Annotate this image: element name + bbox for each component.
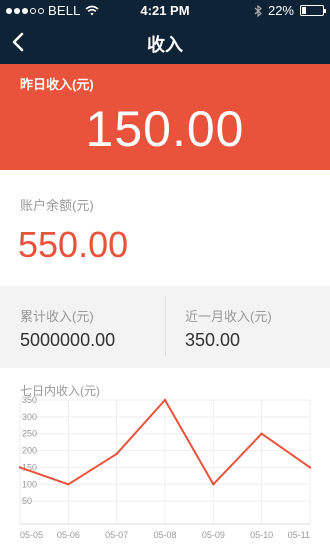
data-point — [115, 452, 118, 456]
data-point — [163, 398, 167, 402]
total-income-value: 5000000.00 — [20, 330, 116, 350]
x-tick-label: 05-10 — [250, 530, 273, 540]
y-tick-label: 100 — [22, 479, 37, 489]
month-income-value: 350.00 — [185, 330, 241, 350]
y-tick-label: 300 — [22, 412, 37, 422]
data-point — [18, 466, 22, 469]
x-tick-label: 05-11 — [288, 530, 310, 540]
x-tick-label: 05-07 — [105, 530, 128, 540]
data-point — [212, 483, 215, 486]
nav-bar: 收入 — [0, 20, 330, 64]
bluetooth-icon — [254, 4, 262, 17]
x-tick-label: 05-06 — [57, 530, 80, 540]
battery-percent: 22% — [267, 3, 294, 18]
data-point — [260, 432, 263, 435]
yesterday-income-card: 昨日收入(元) 150.00 — [0, 64, 330, 170]
page-title: 收入 — [147, 35, 183, 55]
yesterday-income-value: 150.00 — [85, 101, 245, 157]
total-income-label: 累计收入(元) — [20, 309, 94, 324]
status-bar: BELL 4:21 PM 22% — [0, 0, 330, 20]
battery-level — [302, 7, 306, 14]
x-tick-label: 05-09 — [202, 530, 225, 540]
seven-day-chart: 七日内收入(元) 50 100 150 200 250 300 350 05-05 05-06 0… — [0, 368, 330, 550]
y-tick-label: 200 — [22, 446, 37, 456]
balance-section: 账户余额(元) 550.00 — [0, 170, 330, 286]
balance-value: 550.00 — [18, 224, 129, 265]
income-line-chart: 5010015020025030035005-05 05-06 05-07 05-08… — [18, 395, 312, 540]
yesterday-income-label: 昨日收入(元) — [20, 77, 94, 92]
stats-section: 累计收入(元) 5000000.00 近一月收入(元) 350.00 — [0, 286, 330, 368]
data-point — [308, 466, 312, 469]
y-tick-label: 250 — [22, 429, 37, 439]
y-tick-label: 50 — [22, 496, 32, 506]
month-income-label: 近一月收入(元) — [185, 309, 272, 324]
month-income-stat: 近一月收入(元) 350.00 — [165, 286, 330, 368]
balance-label: 账户余额(元) — [20, 198, 94, 213]
x-tick-label: 05-05 — [20, 530, 43, 540]
data-point — [67, 483, 70, 486]
x-tick-label: 05-08 — [153, 530, 176, 540]
battery-icon — [300, 5, 326, 16]
y-tick-label: 350 — [22, 395, 37, 405]
total-income-stat: 累计收入(元) 5000000.00 — [0, 286, 165, 368]
app-header: BELL 4:21 PM 22% 收入 — [0, 0, 330, 64]
